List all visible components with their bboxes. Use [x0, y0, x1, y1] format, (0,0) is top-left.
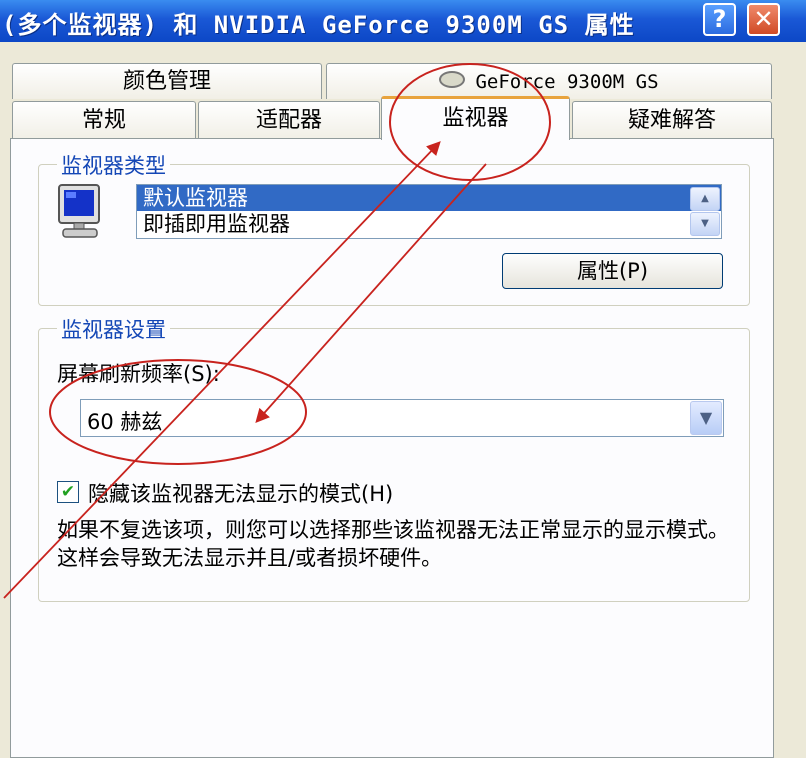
- warning-description: 如果不复选该项，则您可以选择那些该监视器无法正常显示的显示模式。这样会导致无法显…: [57, 518, 729, 570]
- title-bar[interactable]: (多个监视器) 和 NVIDIA GeForce 9300M GS 属性 ? ✕: [0, 0, 806, 42]
- refresh-rate-label: 屏幕刷新频率(S):: [57, 362, 220, 386]
- tab-troubleshoot[interactable]: 疑难解答: [572, 101, 772, 139]
- properties-button[interactable]: 属性(P): [502, 253, 723, 289]
- help-button[interactable]: ?: [703, 3, 736, 36]
- group-title: 监视器类型: [57, 150, 170, 180]
- window-title: (多个监视器) 和 NVIDIA GeForce 9300M GS 属性: [2, 11, 635, 39]
- tab-adapter[interactable]: 适配器: [198, 101, 380, 139]
- tab-monitor[interactable]: 监视器: [381, 96, 570, 140]
- tab-color-management[interactable]: 颜色管理: [12, 63, 322, 99]
- refresh-rate-value: 60 赫兹: [87, 410, 163, 434]
- tab-geforce[interactable]: GeForce 9300M GS: [326, 63, 772, 99]
- hide-modes-label[interactable]: 隐藏该监视器无法显示的模式(H): [88, 478, 393, 508]
- tab-label: 监视器: [442, 106, 509, 131]
- list-item[interactable]: 即插即用监视器: [137, 211, 721, 237]
- tab-label: GeForce 9300M GS: [475, 71, 659, 93]
- scroll-down-button[interactable]: ▼: [690, 212, 720, 236]
- list-item[interactable]: 默认监视器: [137, 185, 721, 211]
- tab-label: 疑难解答: [627, 108, 716, 133]
- monitor-icon: [58, 184, 100, 238]
- tab-label: 适配器: [255, 108, 322, 133]
- monitor-type-list[interactable]: 默认监视器 即插即用监视器 ▲ ▼: [136, 184, 722, 239]
- tab-general[interactable]: 常规: [12, 101, 196, 139]
- group-title: 监视器设置: [57, 314, 170, 344]
- close-button[interactable]: ✕: [747, 3, 780, 36]
- scroll-up-button[interactable]: ▲: [690, 187, 720, 211]
- hide-modes-checkbox[interactable]: ✔: [57, 481, 79, 503]
- tab-label: 常规: [81, 108, 126, 133]
- chevron-down-icon[interactable]: ▼: [690, 401, 722, 435]
- refresh-rate-select[interactable]: 60 赫兹 ▼: [80, 399, 724, 437]
- tab-label: 颜色管理: [122, 69, 211, 94]
- nvidia-eye-icon: [439, 70, 466, 88]
